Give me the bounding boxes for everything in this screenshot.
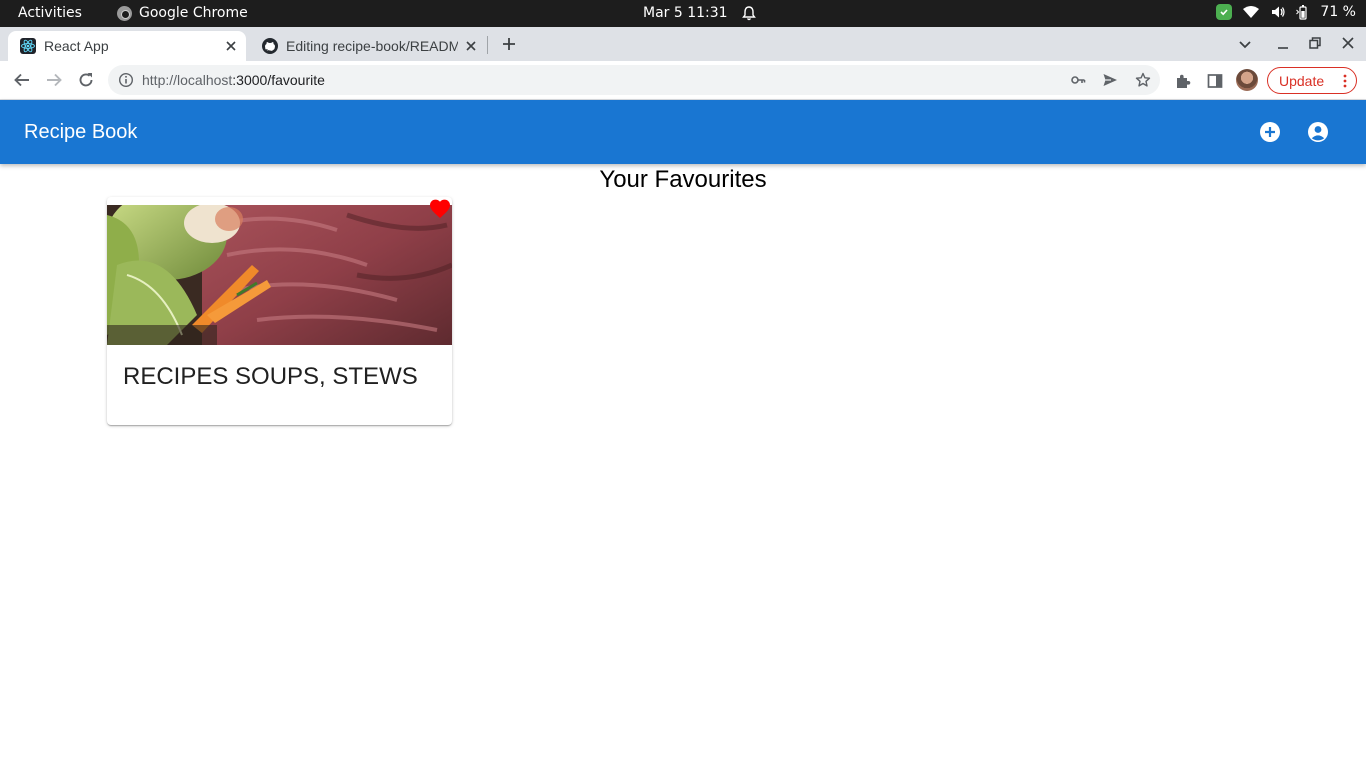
page-title: Your Favourites xyxy=(599,166,767,193)
reload-icon[interactable] xyxy=(77,71,95,89)
tab-search-chevron-icon[interactable] xyxy=(1237,36,1253,52)
key-icon[interactable] xyxy=(1070,72,1086,88)
recipe-card-title: RECIPES SOUPS, STEWS xyxy=(123,363,418,390)
new-tab-icon[interactable] xyxy=(500,35,518,53)
bookmark-star-icon[interactable] xyxy=(1135,72,1151,88)
side-panel-icon[interactable] xyxy=(1206,72,1224,90)
battery-icon xyxy=(1296,5,1308,20)
notification-bell-icon xyxy=(742,6,756,21)
app-menu-label: Google Chrome xyxy=(139,5,248,21)
restore-icon[interactable] xyxy=(1308,36,1322,50)
clock[interactable]: Mar 5 11:31 xyxy=(643,5,728,21)
activities-button[interactable]: Activities xyxy=(18,5,82,21)
recipe-card[interactable]: RECIPES SOUPS, STEWS xyxy=(107,197,452,425)
react-icon xyxy=(20,38,36,54)
url-host: http://localhost xyxy=(142,72,233,88)
tab-title: Editing recipe-book/README xyxy=(286,38,458,54)
wifi-icon xyxy=(1243,6,1260,18)
more-vert-icon xyxy=(1343,74,1347,88)
system-top-bar: Activities Google Chrome Mar 5 11:31 71 … xyxy=(0,0,1366,27)
battery-percentage: 71 % xyxy=(1320,4,1356,20)
recipe-photo xyxy=(107,205,452,345)
system-tray[interactable]: 71 % xyxy=(1216,4,1356,20)
app-bar: Recipe Book xyxy=(0,100,1366,164)
close-tab-icon[interactable] xyxy=(224,39,238,53)
close-tab-icon[interactable] xyxy=(464,39,478,53)
update-button[interactable]: Update xyxy=(1267,67,1357,94)
chrome-icon xyxy=(117,5,132,21)
github-icon xyxy=(262,38,278,54)
tab-react-app[interactable]: React App xyxy=(8,31,246,61)
recipe-image[interactable] xyxy=(107,205,452,345)
url-text: http://localhost:3000/favourite xyxy=(142,72,325,88)
favourite-heart-icon[interactable] xyxy=(428,197,452,221)
app-title[interactable]: Recipe Book xyxy=(24,121,137,144)
add-circle-icon[interactable] xyxy=(1258,120,1282,144)
minimize-icon[interactable] xyxy=(1276,36,1290,50)
close-window-icon[interactable] xyxy=(1341,36,1355,50)
send-icon[interactable] xyxy=(1102,72,1118,88)
address-bar[interactable]: http://localhost:3000/favourite xyxy=(108,65,1160,95)
volume-icon xyxy=(1272,6,1286,18)
extensions-puzzle-icon[interactable] xyxy=(1174,72,1192,90)
tab-title: React App xyxy=(44,38,109,54)
tab-editing-readme[interactable]: Editing recipe-book/README xyxy=(250,31,486,61)
update-label: Update xyxy=(1279,72,1325,89)
account-circle-icon[interactable] xyxy=(1306,120,1330,144)
profile-avatar[interactable] xyxy=(1236,69,1258,91)
back-arrow-icon[interactable] xyxy=(13,71,31,89)
browser-toolbar: http://localhost:3000/favourite Update xyxy=(0,61,1366,100)
app-menu[interactable]: Google Chrome xyxy=(117,5,248,21)
shield-icon xyxy=(1216,4,1233,20)
site-info-icon[interactable] xyxy=(118,72,134,88)
forward-arrow-icon[interactable] xyxy=(45,71,63,89)
url-path: :3000/favourite xyxy=(232,72,325,88)
tab-divider xyxy=(487,36,488,54)
